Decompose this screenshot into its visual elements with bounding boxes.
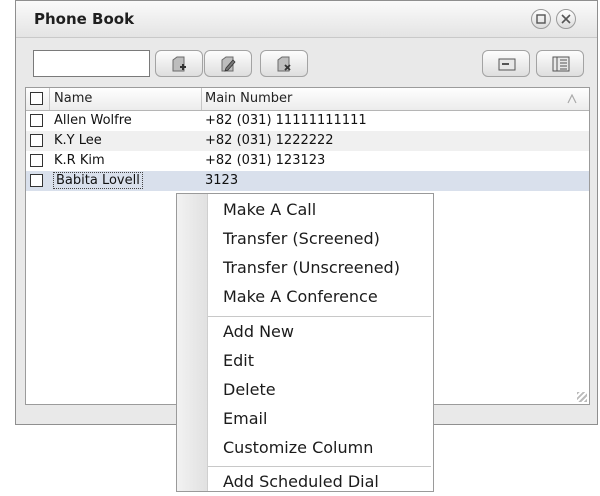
column-header-name[interactable]: Name: [54, 88, 92, 110]
menu-item-add-new[interactable]: Add New: [223, 318, 294, 346]
menu-item-email[interactable]: Email: [223, 405, 267, 433]
delete-contact-button[interactable]: [260, 50, 308, 77]
contact-number: 3123: [205, 173, 239, 188]
contact-name: K.R Kim: [54, 153, 105, 168]
resize-grip[interactable]: [577, 392, 587, 402]
restore-icon: [536, 14, 546, 24]
contact-number: +82 (031) 1222222: [205, 133, 334, 148]
add-contact-button[interactable]: [155, 50, 203, 77]
card-view-icon: [498, 58, 516, 71]
search-input[interactable]: [33, 50, 150, 77]
contact-name: Babita Lovell: [53, 171, 143, 191]
contact-name: Allen Wolfre: [54, 113, 132, 128]
table-row[interactable]: K.Y Lee +82 (031) 1222222: [26, 131, 589, 151]
list-view-button[interactable]: [536, 50, 584, 77]
close-icon: [561, 14, 571, 24]
row-checkbox[interactable]: [30, 134, 43, 147]
grid-header: Name Main Number: [26, 88, 589, 111]
window-title: Phone Book: [34, 10, 135, 28]
table-row[interactable]: Allen Wolfre +82 (031) 11111111111: [26, 111, 589, 131]
context-menu: Make A Call Transfer (Screened) Transfer…: [176, 193, 434, 492]
restore-button[interactable]: [531, 9, 551, 29]
card-view-button[interactable]: [482, 50, 530, 77]
menu-separator: [208, 316, 431, 317]
column-header-main-number[interactable]: Main Number: [205, 88, 292, 110]
menu-item-transfer-screened[interactable]: Transfer (Screened): [223, 225, 380, 253]
table-row-selected[interactable]: Babita Lovell 3123: [26, 171, 589, 191]
menu-separator: [208, 466, 431, 467]
menu-item-make-a-call[interactable]: Make A Call: [223, 196, 316, 224]
edit-contact-icon: [221, 56, 236, 72]
delete-contact-icon: [277, 56, 291, 72]
row-checkbox[interactable]: [30, 114, 43, 127]
close-button[interactable]: [556, 9, 576, 29]
menu-item-delete[interactable]: Delete: [223, 376, 276, 404]
column-divider[interactable]: [201, 88, 202, 110]
contact-name-text: Babita Lovell: [53, 172, 143, 189]
select-all-checkbox[interactable]: [30, 92, 43, 105]
contact-number: +82 (031) 11111111111: [205, 113, 367, 128]
toolbar: [16, 38, 597, 84]
menu-item-edit[interactable]: Edit: [223, 347, 254, 375]
menu-item-make-a-conference[interactable]: Make A Conference: [223, 283, 378, 311]
title-bar[interactable]: Phone Book: [16, 1, 597, 38]
menu-item-customize-column[interactable]: Customize Column: [223, 434, 373, 462]
edit-contact-button[interactable]: [204, 50, 252, 77]
menu-item-transfer-unscreened[interactable]: Transfer (Unscreened): [223, 254, 400, 282]
list-view-icon: [552, 56, 570, 72]
row-checkbox[interactable]: [30, 174, 43, 187]
sort-ascending-icon: [567, 94, 577, 104]
add-contact-icon: [172, 56, 186, 72]
row-checkbox[interactable]: [30, 154, 43, 167]
table-row[interactable]: K.R Kim +82 (031) 123123: [26, 151, 589, 171]
menu-icon-rail: [177, 194, 208, 491]
contact-number: +82 (031) 123123: [205, 153, 326, 168]
column-divider: [49, 88, 50, 110]
contact-name: K.Y Lee: [54, 133, 102, 148]
